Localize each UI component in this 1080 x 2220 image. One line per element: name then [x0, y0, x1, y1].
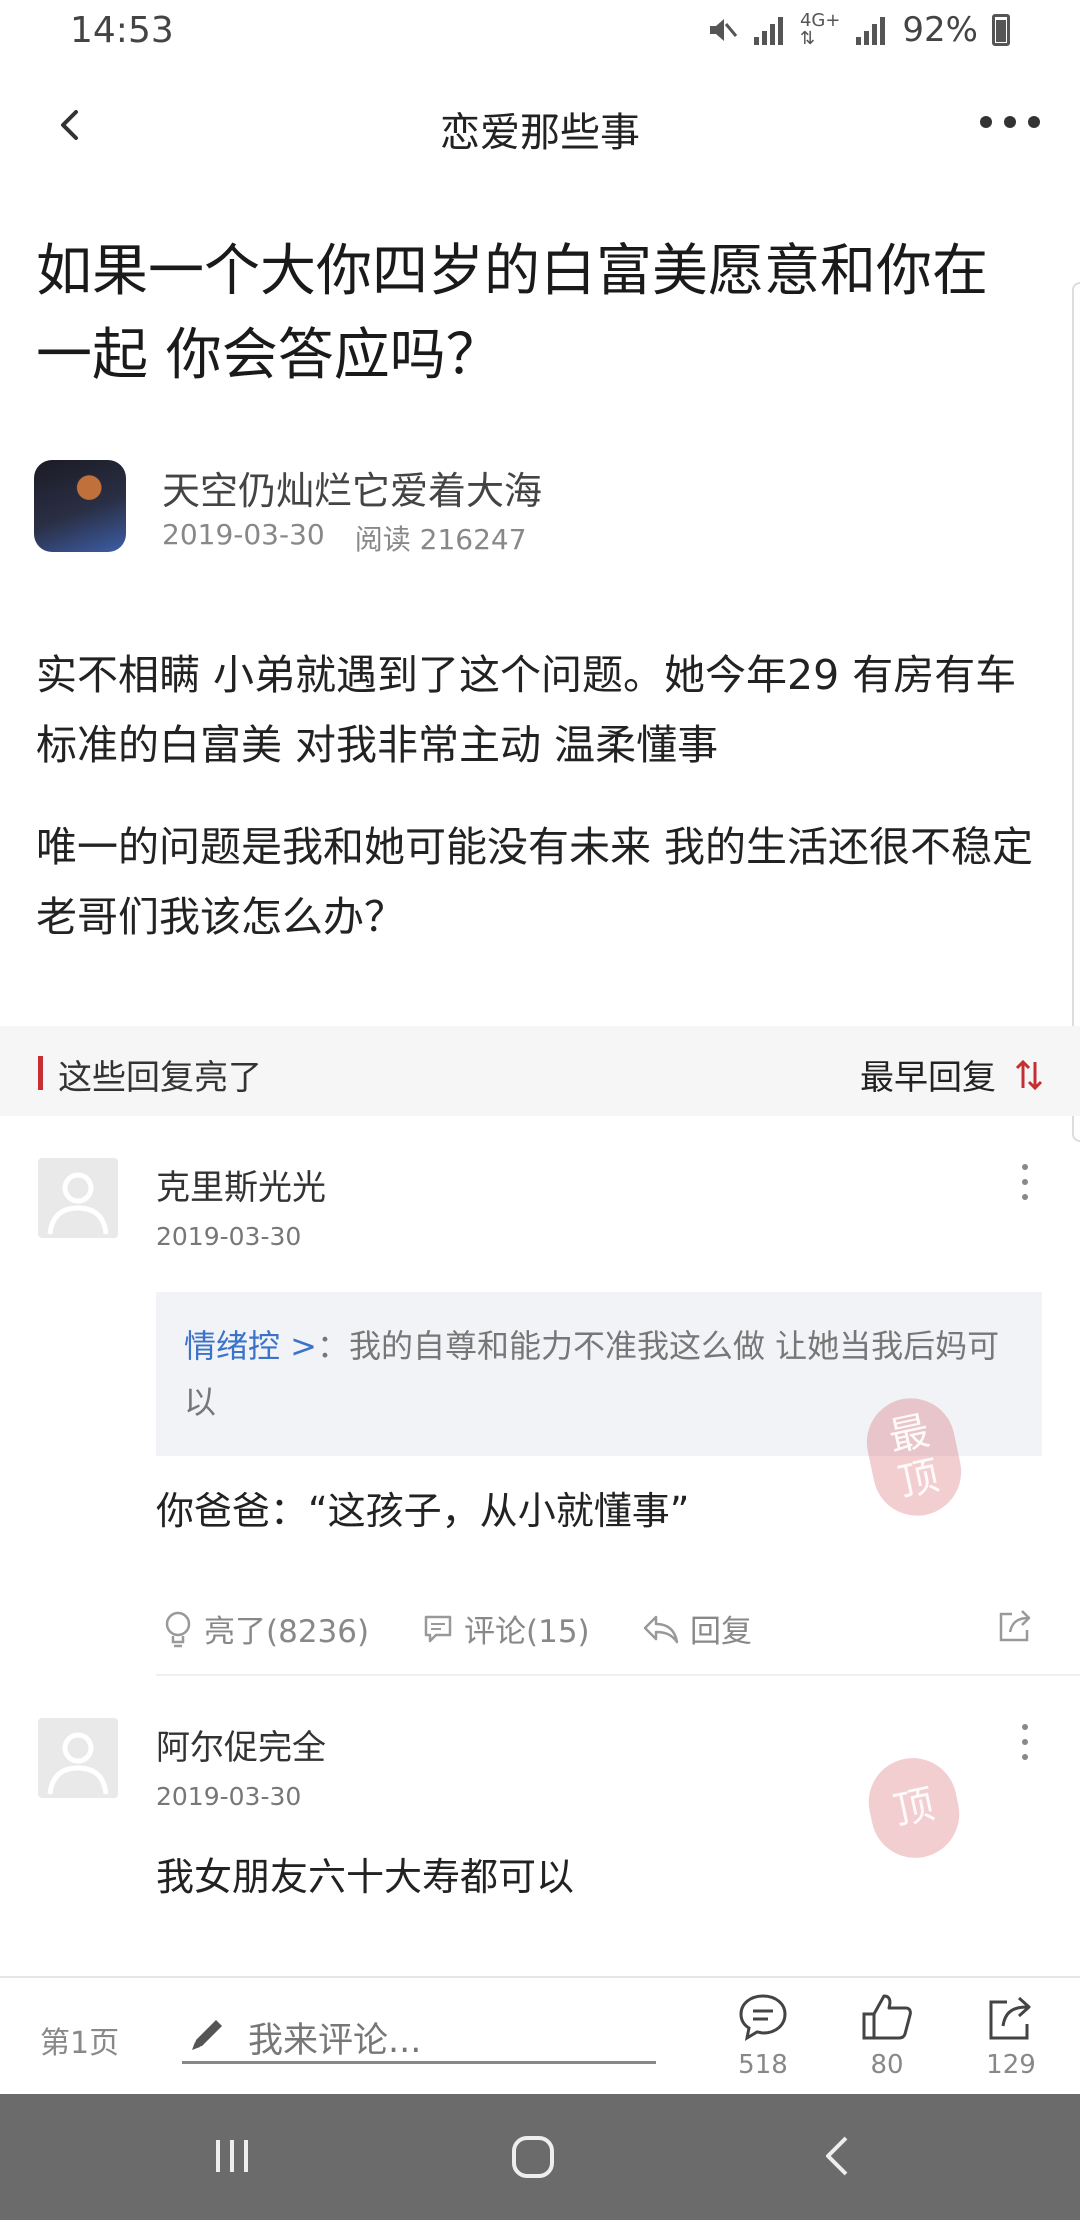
- network-4g-icon: 4G+ ⇅: [799, 10, 841, 49]
- reply-item: 克里斯光光 2019-03-30 情绪控 >：我的自尊和能力不准我这么做 让她当…: [0, 1150, 1080, 1670]
- reply-username[interactable]: 克里斯光光: [156, 1160, 326, 1209]
- reply-divider: [156, 1674, 1080, 1676]
- signal-icon: [752, 15, 786, 45]
- system-navigation-bar: [0, 2094, 1080, 2220]
- comment-input[interactable]: 我来评论...: [182, 2008, 656, 2064]
- reply-label: 回复: [690, 1614, 752, 1650]
- reply-username[interactable]: 阿尔促完全: [156, 1720, 326, 1769]
- read-count: 阅读 216247: [354, 523, 527, 556]
- comments-count: 518: [738, 2050, 788, 2080]
- share-icon: [999, 1610, 1031, 1642]
- default-avatar-icon: [47, 1732, 109, 1795]
- lightbulb-icon: [165, 1611, 191, 1647]
- like-post-button[interactable]: 80: [852, 1992, 922, 2080]
- status-bar: 14:53 4G+ ⇅ 92%: [0, 0, 1080, 66]
- thumbs-up-icon: [862, 1994, 912, 2040]
- battery-icon: [992, 14, 1010, 46]
- author-name[interactable]: 天空仍灿烂它爱着大海: [162, 460, 542, 515]
- replies-section-header: 这些回复亮了 最早回复: [0, 1026, 1080, 1116]
- author-avatar[interactable]: [34, 460, 126, 552]
- post-paragraph: 实不相瞒 小弟就遇到了这个问题。她今年29 有房有车 标准的白富美 对我非常主动…: [36, 651, 1017, 769]
- quoted-user-link[interactable]: 情绪控 >: [184, 1327, 317, 1365]
- reply-arrow-icon: [643, 1615, 679, 1643]
- scroll-indicator: [1072, 282, 1080, 1142]
- page-title: 恋爱那些事: [440, 110, 640, 156]
- default-avatar-icon: [47, 1172, 109, 1235]
- reply-actions: 亮了(8236) 评论(15) 回复: [156, 1606, 1042, 1666]
- sort-label: 最早回复: [860, 1058, 996, 1098]
- reply-more-button[interactable]: [1020, 1724, 1030, 1760]
- home-icon: [512, 2136, 554, 2178]
- comment-button[interactable]: 评论(15): [422, 1606, 590, 1651]
- section-label: 这些回复亮了: [58, 1058, 262, 1098]
- more-dot: [1028, 116, 1040, 128]
- shares-count: 129: [986, 2050, 1036, 2080]
- more-dot: [1004, 116, 1016, 128]
- avatar[interactable]: [38, 1718, 118, 1798]
- system-back-button[interactable]: [818, 2134, 858, 2182]
- post-meta: 2019-03-30 阅读 216247: [162, 518, 527, 558]
- sort-arrows-icon: [1015, 1059, 1043, 1090]
- section-accent-bar: [38, 1056, 43, 1090]
- more-options-button[interactable]: [980, 112, 1040, 132]
- sort-button[interactable]: 最早回复: [860, 1050, 1044, 1099]
- bottom-action-bar: 第1页 我来评论... 518 80 129: [0, 1976, 1080, 2094]
- post-date: 2019-03-30: [162, 518, 325, 551]
- more-dot: [980, 116, 992, 128]
- post-title: 如果一个大你四岁的白富美愿意和你在一起 你会答应吗？: [36, 239, 988, 388]
- reply-button[interactable]: 回复: [642, 1606, 752, 1651]
- stamp-text: 顶: [889, 1781, 939, 1835]
- home-button[interactable]: [510, 2134, 556, 2184]
- battery-percent: 92%: [902, 10, 978, 50]
- top-bar: 恋爱那些事: [0, 66, 1080, 186]
- post-body: 实不相瞒 小弟就遇到了这个问题。她今年29 有房有车 标准的白富美 对我非常主动…: [36, 640, 1056, 984]
- post-paragraph: 唯一的问题是我和她可能没有未来 我的生活还很不稳定 老哥们我该怎么办？: [36, 823, 1034, 941]
- recent-apps-icon: [216, 2140, 248, 2172]
- reply-date: 2019-03-30: [156, 1782, 302, 1811]
- top-stamp: 顶: [860, 1749, 968, 1867]
- share-icon: [989, 1996, 1031, 2040]
- comment-placeholder: 我来评论...: [248, 2021, 422, 2061]
- share-post-button[interactable]: 129: [976, 1992, 1046, 2080]
- reply-more-button[interactable]: [1020, 1164, 1030, 1200]
- reply-text: 我女朋友六十大寿都可以: [156, 1855, 575, 1899]
- share-reply-button[interactable]: [996, 1606, 1034, 1644]
- mute-icon: [709, 19, 738, 41]
- back-arrow-icon: [826, 2136, 848, 2176]
- likes-count: 80: [870, 2050, 904, 2080]
- comment-bubble-icon: [424, 1615, 452, 1642]
- reply-date: 2019-03-30: [156, 1222, 302, 1251]
- page-indicator[interactable]: 第1页: [40, 2018, 119, 2062]
- status-icons: 4G+ ⇅ 92%: [706, 10, 1010, 50]
- comment-bubble-icon: [739, 1994, 787, 2042]
- reply-item: 阿尔促完全 2019-03-30 顶 我女朋友六十大寿都可以: [0, 1710, 1080, 1970]
- like-count: 亮了(8236): [204, 1614, 370, 1650]
- avatar[interactable]: [38, 1158, 118, 1238]
- comments-button[interactable]: 518: [728, 1992, 798, 2080]
- signal-icon-2: [854, 15, 888, 45]
- pencil-icon: [192, 2020, 222, 2050]
- comment-count: 评论(15): [464, 1614, 590, 1650]
- status-time: 14:53: [70, 10, 174, 51]
- recent-apps-button[interactable]: [210, 2134, 254, 2182]
- reply-text: 你爸爸：“这孩子，从小就懂事”: [156, 1489, 690, 1533]
- stamp-text: 最顶: [884, 1407, 944, 1507]
- like-button[interactable]: 亮了(8236): [162, 1606, 369, 1651]
